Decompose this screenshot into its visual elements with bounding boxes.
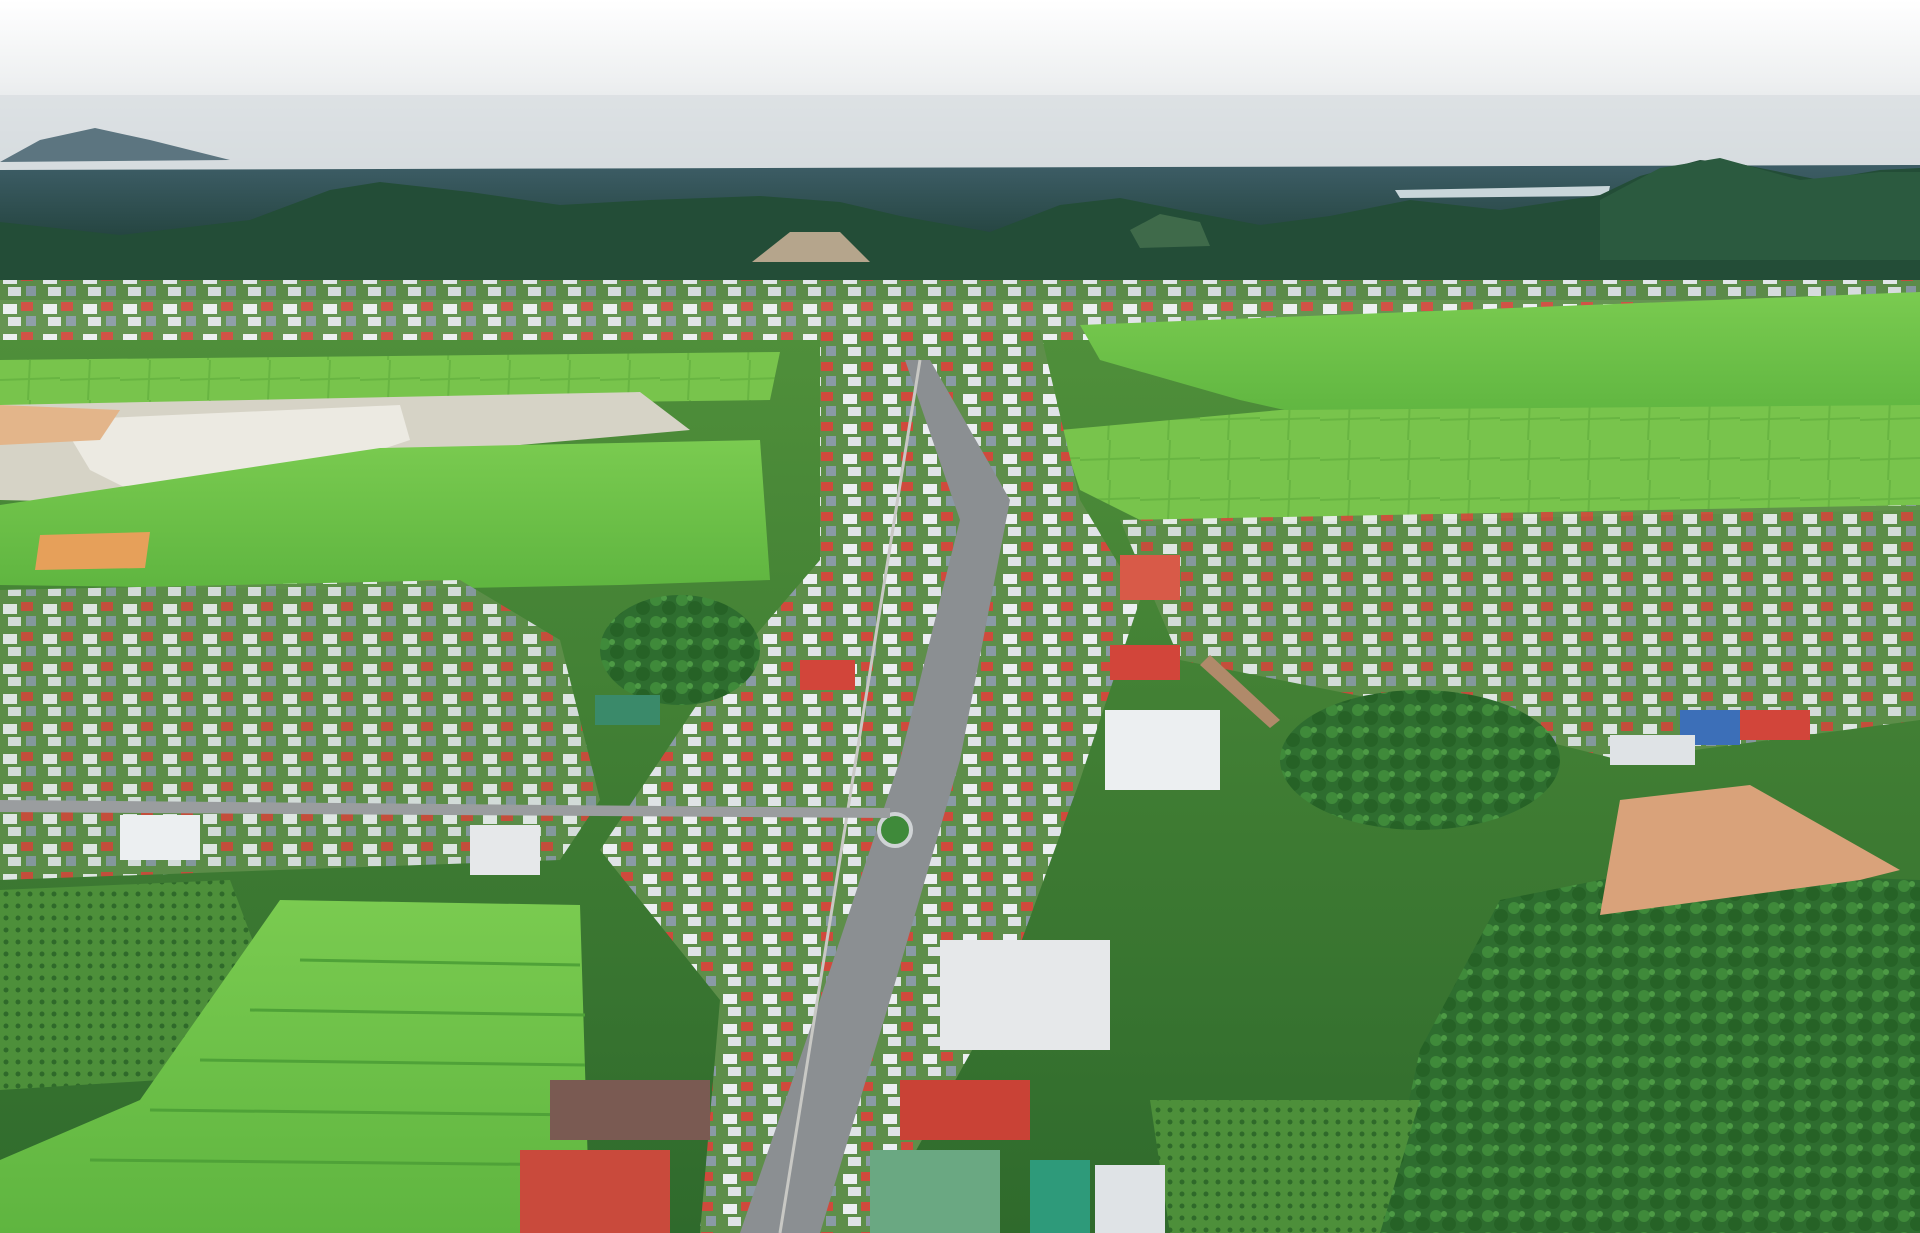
white-building-1 — [1105, 710, 1220, 790]
aerial-town-photo — [0, 0, 1920, 1233]
white-house-right — [1610, 735, 1695, 765]
green-roof-house-left — [595, 695, 660, 725]
tree-cluster-center — [1280, 690, 1560, 830]
rice-field-right-lower — [1060, 405, 1920, 525]
white-house-left — [120, 815, 200, 860]
tree-cluster-left — [600, 595, 760, 705]
orchard-bottom — [1150, 1100, 1420, 1233]
red-roof-building-1 — [1110, 645, 1180, 680]
red-roof-house-right — [1740, 710, 1810, 740]
green-roof-building — [870, 1150, 1000, 1233]
horizon-haze — [0, 95, 1920, 175]
white-roof-building-3 — [1095, 1165, 1165, 1233]
brown-roof-house — [550, 1080, 710, 1140]
teal-roof-building — [1030, 1160, 1090, 1233]
red-roof-building-2 — [900, 1080, 1030, 1140]
white-building-2 — [940, 940, 1110, 1050]
photo-canvas — [0, 0, 1920, 1233]
red-roof-house-mid — [1120, 555, 1180, 600]
red-roof-house-bottom — [520, 1150, 670, 1233]
orange-paddy-patch — [35, 532, 150, 570]
white-house-left-2 — [470, 825, 540, 875]
roundabout — [877, 812, 913, 848]
red-roof-house-3 — [800, 660, 855, 690]
